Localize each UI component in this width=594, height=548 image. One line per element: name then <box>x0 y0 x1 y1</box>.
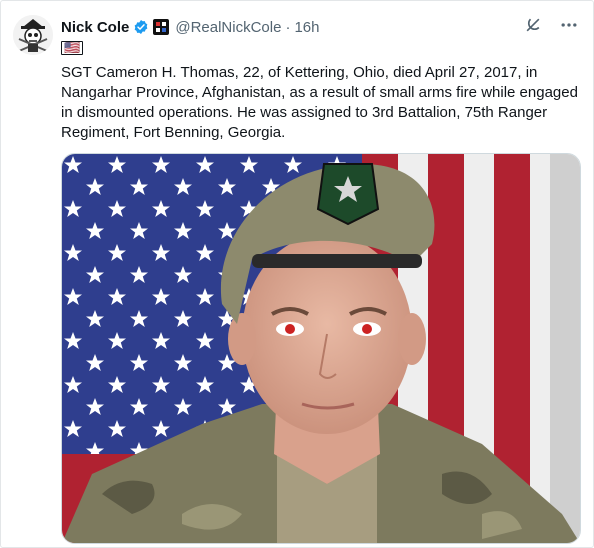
avatar-image <box>13 15 53 55</box>
separator-dot: · <box>285 18 291 36</box>
more-icon[interactable] <box>559 15 579 35</box>
author-avatar[interactable] <box>13 15 53 55</box>
flag-emoji: 🇺🇸 <box>61 41 84 55</box>
soldier-portrait-image <box>62 154 580 543</box>
tweet-header: Nick Cole @RealNickCole · 16h <box>61 17 319 37</box>
tweet-top-actions <box>523 15 579 35</box>
author-handle[interactable]: @RealNickCole <box>175 19 281 36</box>
tweet-photo[interactable] <box>61 153 581 544</box>
author-name[interactable]: Nick Cole <box>61 19 129 36</box>
affiliation-badge-icon[interactable] <box>153 19 170 35</box>
tweet-timestamp[interactable]: 16h <box>294 19 319 36</box>
tweet-text: SGT Cameron H. Thomas, 22, of Kettering,… <box>61 64 578 141</box>
grok-icon[interactable] <box>523 15 543 35</box>
verified-badge-icon[interactable] <box>133 19 149 35</box>
tweet-card[interactable]: Nick Cole @RealNickCole · 16h 🇺🇸 SGT Cam… <box>0 0 594 548</box>
